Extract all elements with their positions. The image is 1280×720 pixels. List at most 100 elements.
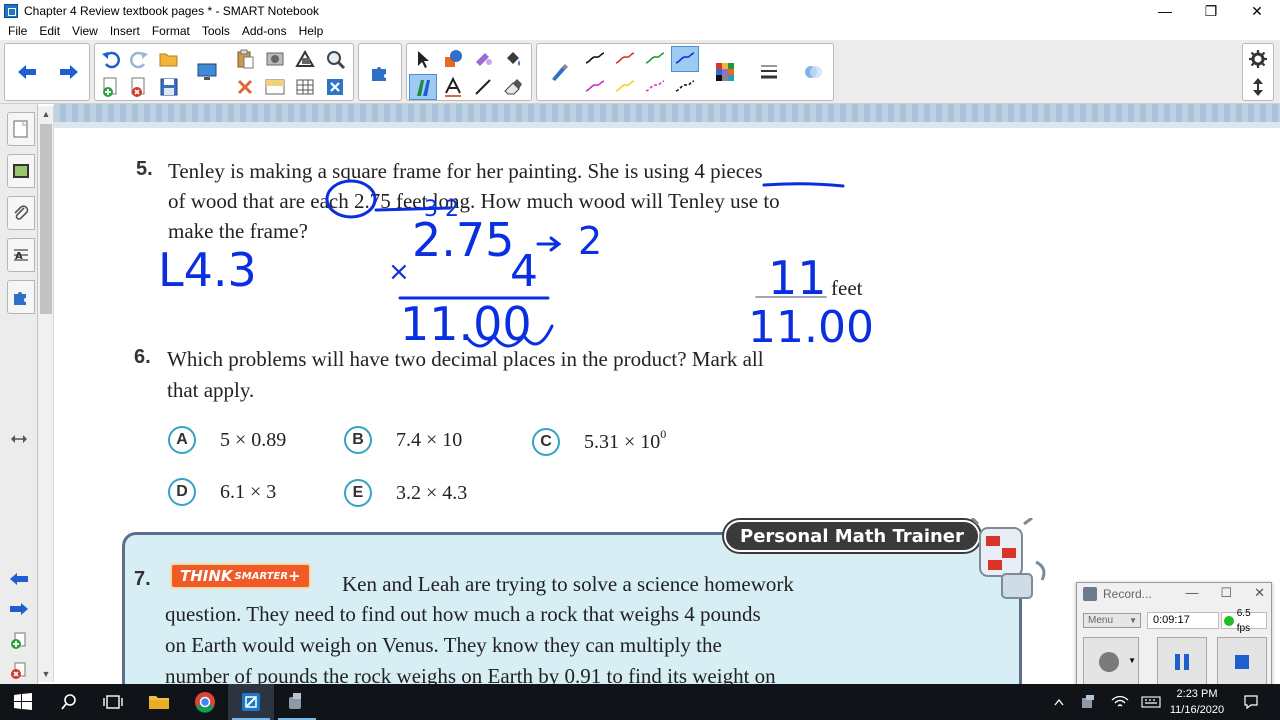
menu-addons[interactable]: Add-ons: [236, 24, 293, 38]
insert-table-button[interactable]: [291, 74, 319, 100]
system-clock[interactable]: 2:23 PM 11/16/2020: [1164, 686, 1230, 718]
menu-view[interactable]: View: [66, 24, 104, 38]
scrollbar-thumb[interactable]: [40, 124, 52, 314]
addons-button[interactable]: [366, 59, 394, 85]
previous-page-button[interactable]: [13, 59, 41, 85]
line-tool-button[interactable]: [469, 74, 497, 100]
maximize-button[interactable]: ❐: [1188, 0, 1234, 22]
pen-style-red[interactable]: [611, 46, 639, 72]
delete-button[interactable]: [231, 74, 259, 100]
action-center-button[interactable]: [1236, 684, 1266, 720]
smart-notebook-taskbar-button[interactable]: [228, 684, 274, 720]
answer-unit-feet: feet: [831, 276, 863, 300]
resize-panel-handle[interactable]: [8, 428, 30, 450]
tray-recorder-icon-button[interactable]: [1078, 684, 1100, 720]
task-view-button[interactable]: [90, 684, 136, 720]
show-hidden-icons-button[interactable]: [1048, 684, 1070, 720]
pen-style-yellow[interactable]: [611, 74, 639, 100]
open-file-button[interactable]: [155, 46, 183, 72]
shapes-tool-button[interactable]: [439, 46, 467, 72]
choice-a-bubble[interactable]: A: [168, 426, 196, 454]
magnifier-button[interactable]: [321, 46, 349, 72]
add-page-button[interactable]: [97, 74, 125, 100]
file-explorer-taskbar-button[interactable]: [136, 684, 182, 720]
start-button[interactable]: [0, 684, 46, 720]
line-thickness-button[interactable]: [755, 59, 783, 85]
recorder-menu-dropdown[interactable]: Menu ▼: [1083, 613, 1141, 628]
delete-page-button[interactable]: [125, 74, 153, 100]
stop-button[interactable]: [1217, 637, 1267, 687]
menu-help[interactable]: Help: [293, 24, 330, 38]
recorder-taskbar-button[interactable]: [274, 684, 320, 720]
menu-format[interactable]: Format: [146, 24, 196, 38]
notification-icon: [1244, 695, 1258, 710]
screen-shade-button[interactable]: [261, 74, 289, 100]
chrome-taskbar-button[interactable]: [182, 684, 228, 720]
close-button[interactable]: ✕: [1234, 0, 1280, 22]
menu-insert[interactable]: Insert: [104, 24, 146, 38]
properties-tab[interactable]: A: [7, 238, 35, 272]
magic-pen-button[interactable]: [469, 46, 497, 72]
choice-e[interactable]: E 3.2 × 4.3: [344, 479, 467, 507]
close-page-button[interactable]: [321, 74, 349, 100]
pens-tool-button[interactable]: [409, 74, 437, 100]
scroll-down-arrow-icon[interactable]: ▼: [38, 666, 54, 682]
choice-a[interactable]: A 5 × 0.89: [168, 426, 286, 454]
save-button[interactable]: [155, 74, 183, 100]
wifi-button[interactable]: [1108, 684, 1132, 720]
settings-button[interactable]: [1244, 46, 1272, 72]
transparency-button[interactable]: [799, 59, 827, 85]
undo-button[interactable]: [97, 46, 125, 72]
recorder-close-button[interactable]: ✕: [1254, 585, 1265, 601]
screen-capture-button[interactable]: [261, 46, 289, 72]
pen-properties-button[interactable]: [545, 59, 573, 85]
next-page-button[interactable]: [55, 59, 83, 85]
recorder-maximize-button[interactable]: ☐: [1220, 585, 1232, 601]
attachments-tab[interactable]: [7, 196, 35, 230]
pen-style-black[interactable]: [581, 46, 609, 72]
choice-b-bubble[interactable]: B: [344, 426, 372, 454]
recorder-minimize-button[interactable]: —: [1185, 585, 1198, 601]
menu-tools[interactable]: Tools: [196, 24, 236, 38]
choice-d-bubble[interactable]: D: [168, 478, 196, 506]
text-tool-button[interactable]: [439, 74, 467, 100]
menu-file[interactable]: File: [2, 24, 33, 38]
page-sorter-tab[interactable]: [7, 112, 35, 146]
pen-style-magenta-dashed[interactable]: [641, 74, 669, 100]
gallery-tab[interactable]: [7, 154, 35, 188]
record-button[interactable]: ▼: [1083, 637, 1139, 687]
menu-edit[interactable]: Edit: [33, 24, 66, 38]
sidebar-add-page-button[interactable]: [8, 630, 30, 652]
choice-e-bubble[interactable]: E: [344, 479, 372, 507]
vertical-scrollbar[interactable]: ▲ ▼: [38, 106, 54, 682]
choice-b[interactable]: B 7.4 × 10: [344, 426, 462, 454]
choice-c[interactable]: C 5.31 × 100: [532, 427, 666, 456]
color-palette-button[interactable]: [711, 59, 739, 85]
pen-style-green[interactable]: [641, 46, 669, 72]
eraser-tool-button[interactable]: [499, 74, 527, 100]
sidebar-delete-page-button[interactable]: [8, 660, 30, 682]
minimize-button[interactable]: —: [1142, 0, 1188, 22]
record-options-chevron-icon[interactable]: ▼: [1128, 656, 1136, 665]
select-tool-button[interactable]: [409, 46, 437, 72]
document-camera-button[interactable]: [291, 46, 319, 72]
ink-arrow: [536, 236, 562, 252]
keyboard-button[interactable]: [1138, 684, 1164, 720]
choice-d[interactable]: D 6.1 × 3: [168, 478, 276, 506]
pen-style-blue[interactable]: [671, 46, 699, 72]
sidebar-previous-page-button[interactable]: [8, 568, 30, 590]
move-toolbar-button[interactable]: [1244, 74, 1272, 100]
pen-style-magenta[interactable]: [581, 74, 609, 100]
paste-button[interactable]: [231, 46, 259, 72]
addons-tab[interactable]: [7, 280, 35, 314]
search-button[interactable]: [46, 684, 92, 720]
redo-button[interactable]: [125, 46, 153, 72]
pause-icon: [1175, 654, 1189, 670]
screen-display-button[interactable]: [193, 59, 221, 85]
choice-c-bubble[interactable]: C: [532, 428, 560, 456]
pen-style-black-dashed[interactable]: [671, 74, 699, 100]
scroll-up-arrow-icon[interactable]: ▲: [38, 106, 54, 122]
pause-button[interactable]: [1157, 637, 1207, 687]
fill-tool-button[interactable]: [499, 46, 527, 72]
sidebar-next-page-button[interactable]: [8, 598, 30, 620]
